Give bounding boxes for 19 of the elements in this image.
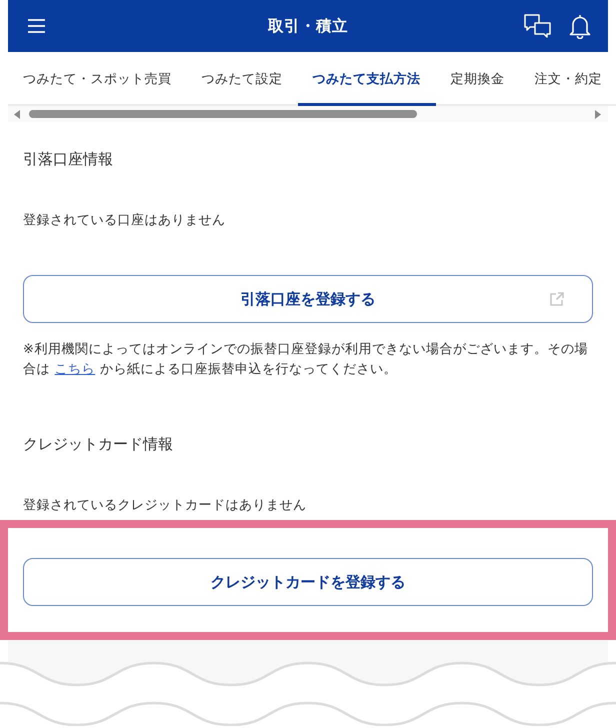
register-button[interactable]: クレジットカードを登録する [23,558,593,606]
here-link[interactable]: こちら [54,362,96,376]
bell-icon[interactable] [569,14,591,38]
menu-icon[interactable] [28,19,45,33]
status-text: 登録されているクレジットカードはありません [23,497,308,515]
register-button[interactable]: 引落口座を登録する [23,275,593,323]
note-text: ※利用機関によってはオンラインでの振替口座登録が利用できない場合がございます。その場合は こちら から紙による口座振替申込を行なってください。 [23,341,589,378]
status-text: 登録されている口座はありません [23,212,226,230]
speech-bubbles-icon[interactable] [524,14,551,38]
scrollbar-thumb[interactable] [29,110,417,118]
scroll-right-icon[interactable] [595,110,601,118]
page-title: 取引・積立 [268,16,348,36]
scroll-left-icon[interactable] [14,110,20,118]
tab[interactable]: つみたて・スポット売買 [8,52,186,106]
tab[interactable]: 定期換金 [436,52,520,106]
tab[interactable]: つみたて設定 [186,52,298,106]
section-heading: クレジットカード情報 [23,434,174,455]
section-heading: 引落口座情報 [23,149,114,170]
tab[interactable]: 注文・約定 [520,52,602,106]
